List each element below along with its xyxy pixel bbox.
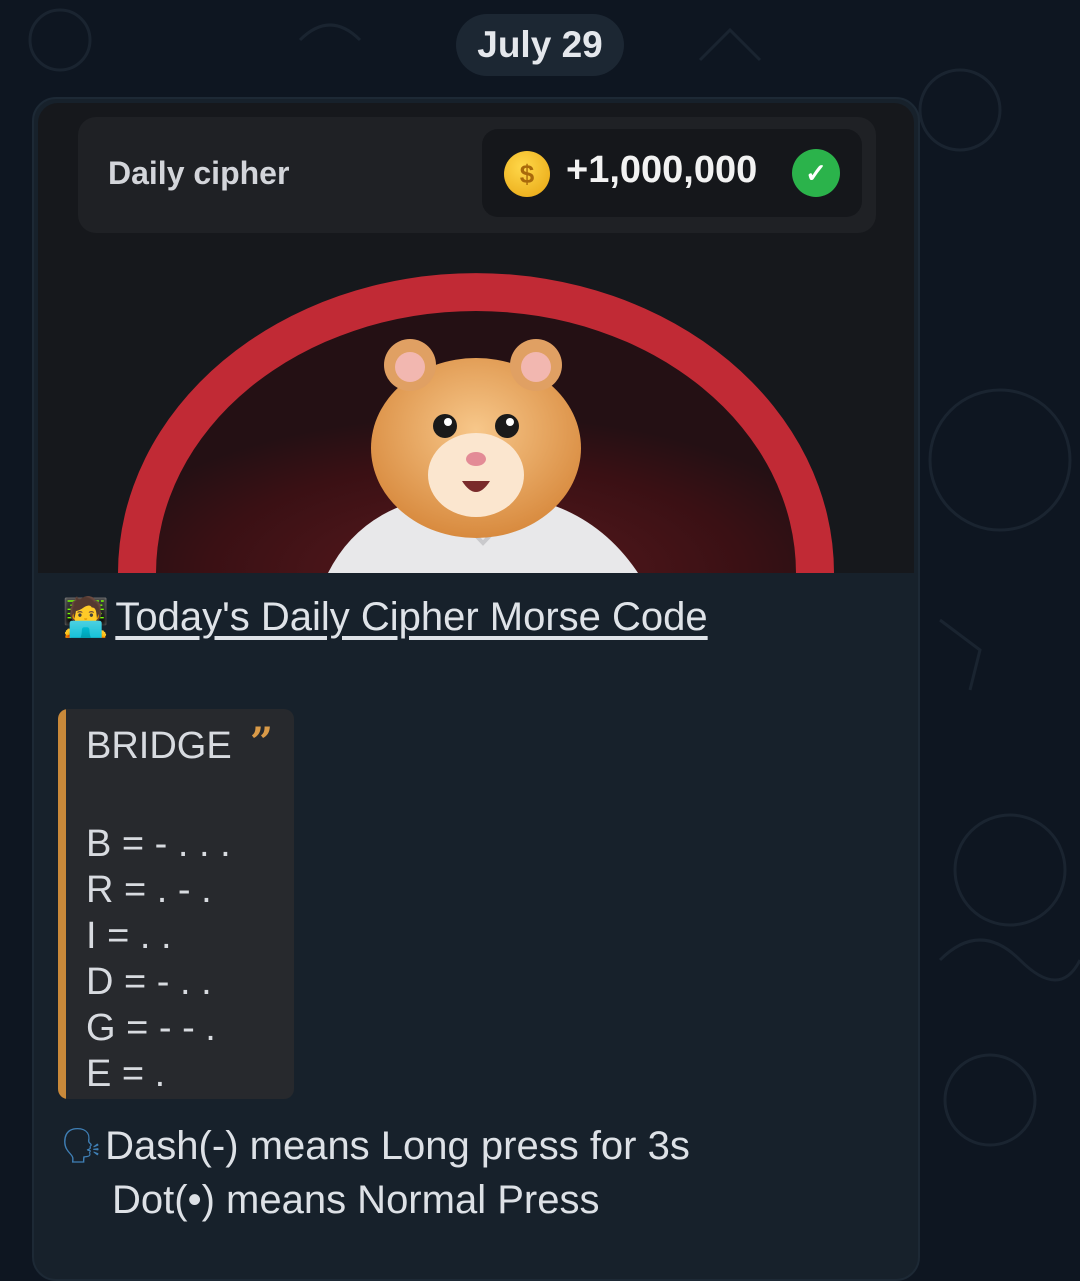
morse-line-b: B = - . . . xyxy=(86,823,231,865)
quote-icon: ” xyxy=(250,719,274,766)
morse-line-i: I = . . xyxy=(86,915,172,957)
morse-line-g: G = - - . xyxy=(86,1007,216,1049)
date-separator: July 29 xyxy=(456,14,624,76)
date-label: July 29 xyxy=(477,24,603,65)
message-bubble[interactable]: Daily cipher $ +1,000,000 ✓ 🧑‍💻 Today's … xyxy=(32,97,920,1281)
morse-quote-block[interactable]: BRIDGE ” B = - . . . R = . - . I = . . D… xyxy=(58,709,294,1099)
morse-line-d: D = - . . xyxy=(86,961,212,1003)
cipher-word: BRIDGE xyxy=(86,725,232,767)
morse-code-lines: B = - . . . R = . - . I = . . D = - . . … xyxy=(86,821,231,1097)
press-instructions: 🗣 Dash(-) means Long press for 3s Dot(•)… xyxy=(60,1119,690,1227)
technologist-emoji-icon: 🧑‍💻 xyxy=(62,596,110,639)
reward-amount: +1,000,000 xyxy=(566,149,758,191)
cipher-link-line[interactable]: 🧑‍💻 Today's Daily Cipher Morse Code xyxy=(62,595,708,640)
instruction-dash-row: 🗣 Dash(-) means Long press for 3s xyxy=(60,1119,690,1173)
speaking-head-icon: 🗣 xyxy=(60,1127,104,1165)
morse-line-r: R = . - . xyxy=(86,869,212,911)
instruction-dot: Dot(•) means Normal Press xyxy=(112,1178,600,1222)
quote-accent-bar xyxy=(58,709,66,1099)
cipher-link[interactable]: Today's Daily Cipher Morse Code xyxy=(115,595,707,640)
link-preview-image[interactable]: Daily cipher $ +1,000,000 ✓ xyxy=(38,103,914,573)
reward-pill: $ +1,000,000 ✓ xyxy=(482,129,862,217)
morse-line-e: E = . xyxy=(86,1053,166,1095)
instruction-dash: Dash(-) means Long press for 3s xyxy=(105,1124,690,1168)
daily-cipher-card: Daily cipher $ +1,000,000 ✓ xyxy=(78,117,876,233)
card-title: Daily cipher xyxy=(108,155,290,191)
instruction-dot-row: Dot(•) means Normal Press xyxy=(60,1173,690,1227)
check-icon: ✓ xyxy=(792,149,840,197)
coin-icon: $ xyxy=(504,151,550,197)
